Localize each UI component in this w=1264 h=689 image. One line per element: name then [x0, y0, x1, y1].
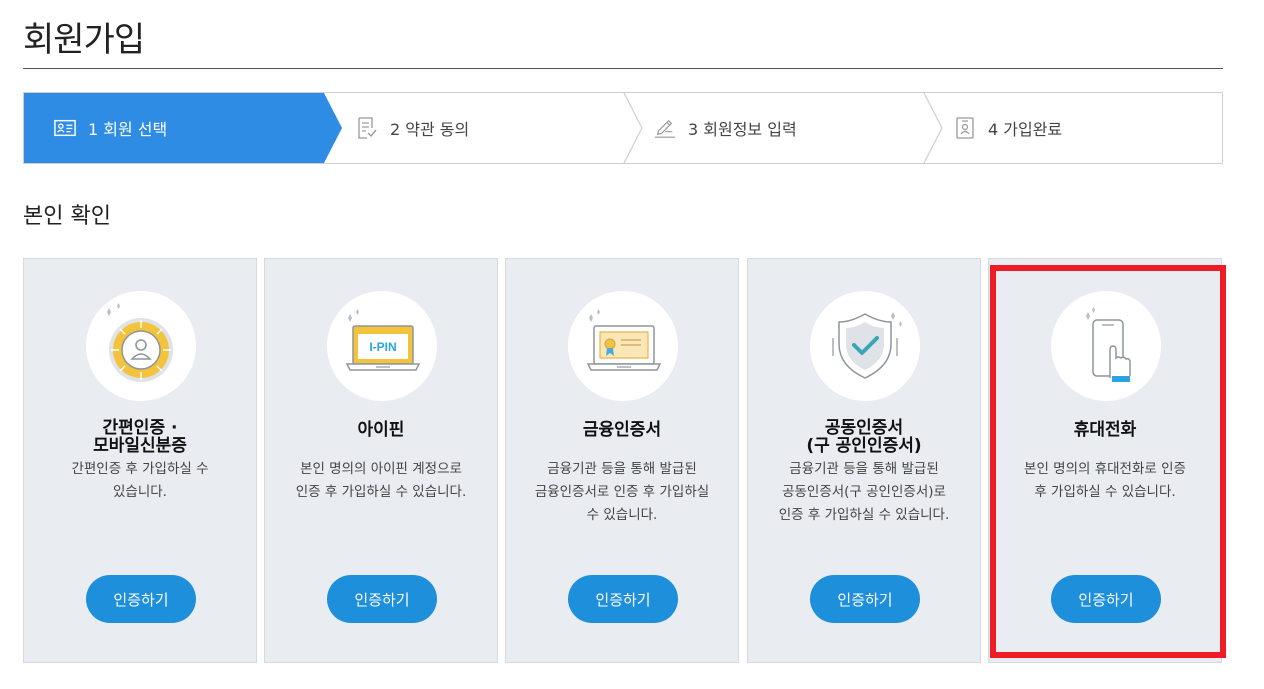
step-separator — [623, 93, 643, 163]
card-title: 간편인증 · 모바일신분증 — [93, 418, 187, 456]
step-complete: 4 가입완료 — [954, 93, 1062, 163]
mobile-phone-icon — [1051, 291, 1161, 401]
ipin-icon-text: I-PIN — [369, 340, 396, 354]
card-title: 휴대전화 — [1073, 420, 1137, 440]
step-label: 4 가입완료 — [988, 120, 1063, 139]
document-check-icon — [356, 117, 378, 139]
badge-icon — [954, 117, 976, 139]
ipin-auth-button[interactable]: 인증하기 — [327, 575, 437, 623]
joint-cert-auth-button[interactable]: 인증하기 — [810, 575, 920, 623]
title-divider — [23, 68, 1223, 69]
step-terms-agree: 2 약관 동의 — [356, 93, 469, 163]
card-title: 아이핀 — [357, 420, 405, 440]
card-description: 본인 명의의 아이핀 계정으로 인증 후 가입하실 수 있습니다. — [295, 461, 467, 500]
simple-auth-button[interactable]: 인증하기 — [86, 575, 196, 623]
step-member-info: 3 회원정보 입력 — [654, 93, 797, 163]
card-description: 금융기관 등을 통해 발급된 공동인증서(구 공인인증서)로 인증 후 가입하실… — [778, 461, 950, 523]
id-card-icon — [54, 117, 76, 139]
step-member-select: 1 회원 선택 — [54, 93, 167, 163]
ipin-laptop-icon: I-PIN — [327, 291, 437, 401]
simple-auth-icon — [86, 291, 196, 401]
card-title: 공동인증서 (구 공인인증서) — [806, 418, 922, 456]
certificate-laptop-icon — [568, 291, 678, 401]
section-title: 본인 확인 — [23, 204, 111, 229]
card-description: 본인 명의의 휴대전화로 인증 후 가입하실 수 있습니다. — [1024, 461, 1186, 500]
card-description: 금융기관 등을 통해 발급된 금융인증서로 인증 후 가입하실 수 있습니다. — [534, 461, 710, 523]
auth-card-financial-cert: 금융인증서 금융기관 등을 통해 발급된 금융인증서로 인증 후 가입하실 수 … — [505, 258, 739, 663]
mobile-auth-button[interactable]: 인증하기 — [1051, 575, 1161, 623]
financial-cert-auth-button[interactable]: 인증하기 — [568, 575, 678, 623]
auth-card-simple: 간편인증 · 모바일신분증 간편인증 후 가입하실 수 있습니다. 인증하기 — [23, 258, 257, 663]
pencil-form-icon — [654, 117, 676, 139]
step-label: 2 약관 동의 — [390, 120, 470, 139]
auth-card-mobile: 휴대전화 본인 명의의 휴대전화로 인증 후 가입하실 수 있습니다. 인증하기 — [988, 258, 1222, 663]
step-label: 3 회원정보 입력 — [688, 120, 797, 139]
step-separator — [923, 93, 943, 163]
shield-check-icon — [810, 291, 920, 401]
auth-card-joint-cert: 공동인증서 (구 공인인증서) 금융기관 등을 통해 발급된 공동인증서(구 공… — [747, 258, 981, 663]
signup-stepper: 1 회원 선택 2 약관 동의 3 회원정보 입력 4 가입완료 — [23, 92, 1223, 164]
card-title: 금융인증서 — [582, 420, 662, 440]
step-label: 1 회원 선택 — [88, 120, 168, 139]
auth-card-ipin: I-PIN 아이핀 본인 명의의 아이핀 계정으로 인증 후 가입하실 수 있습… — [264, 258, 498, 663]
page-title: 회원가입 — [23, 20, 145, 60]
card-description: 간편인증 후 가입하실 수 있습니다. — [71, 461, 209, 500]
